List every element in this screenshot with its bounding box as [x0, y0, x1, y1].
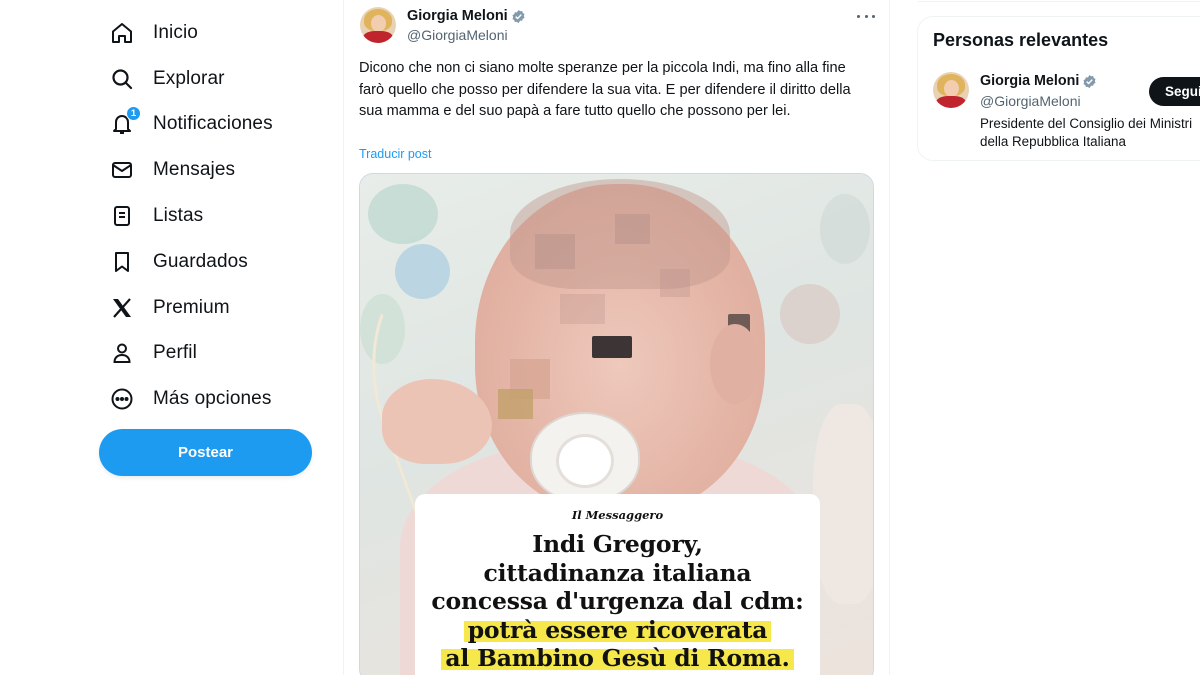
x-logo-icon: [109, 295, 135, 321]
divider: [918, 0, 1200, 2]
headline-line-highlighted: potrà essere ricoverata: [463, 615, 772, 644]
sidebar-item-label: Más opciones: [153, 388, 272, 410]
sidebar-item-label: Inicio: [153, 21, 198, 43]
sidebar-item-label: Mensajes: [153, 159, 236, 181]
sidebar-item-label: Guardados: [153, 250, 248, 272]
follow-button[interactable]: Seguir: [1149, 77, 1200, 106]
headline-line-highlighted: al Bambino Gesù di Roma.: [441, 644, 794, 672]
more-options-icon[interactable]: [857, 12, 875, 20]
avatar[interactable]: [933, 72, 969, 108]
tweet-image[interactable]: Il Messaggero Indi Gregory, cittadinanza…: [359, 173, 874, 675]
headline-line: concessa d'urgenza dal cdm:: [431, 587, 804, 615]
author-name-row[interactable]: Giorgia Meloni: [407, 8, 526, 24]
translate-link[interactable]: Traducir post: [359, 147, 431, 161]
sidebar-item-label: Listas: [153, 205, 204, 227]
bell-icon: 1: [109, 106, 141, 137]
sidebar-item-label: Explorar: [153, 67, 225, 89]
panel-title: Personas relevantes: [933, 30, 1109, 50]
relevant-people-panel: Personas relevantes Giorgia Meloni @Gior…: [917, 16, 1200, 161]
person-name-row[interactable]: Giorgia Meloni: [980, 73, 1097, 89]
person-bio: Presidente del Consiglio dei Ministri de…: [980, 116, 1193, 149]
sidebar-item-listas[interactable]: Listas: [99, 193, 339, 239]
person-icon: [109, 340, 135, 366]
list-icon: [109, 203, 135, 229]
author-name[interactable]: Giorgia Meloni: [407, 8, 508, 24]
post-button[interactable]: Postear: [99, 429, 312, 476]
sidebar-item-notificaciones[interactable]: 1 Notificaciones: [99, 102, 339, 148]
sidebar-item-premium[interactable]: Premium: [99, 285, 339, 331]
sidebar-item-label: Premium: [153, 296, 230, 318]
sidebar-item-label: Perfil: [153, 342, 197, 364]
sidebar-item-label: Notificaciones: [153, 113, 273, 135]
verified-badge-icon: [512, 9, 525, 23]
tweet-text: Dicono che non ci siano molte speranze p…: [359, 60, 851, 119]
bookmark-icon: [109, 249, 135, 275]
sidebar-item-guardados[interactable]: Guardados: [99, 239, 339, 285]
verified-badge-icon: [1083, 74, 1096, 88]
newspaper-masthead: Il Messaggero: [571, 508, 664, 522]
sidebar-item-perfil[interactable]: Perfil: [99, 331, 339, 377]
headline-line: Indi Gregory,: [532, 530, 703, 558]
right-sidebar: Personas relevantes Giorgia Meloni @Gior…: [890, 0, 1200, 675]
mail-icon: [109, 157, 135, 183]
newspaper-headline-card: Il Messaggero Indi Gregory, cittadinanza…: [415, 494, 820, 675]
search-icon: [109, 66, 135, 92]
sidebar-item-inicio[interactable]: Inicio: [99, 10, 339, 56]
nav-menu: Inicio Explorar 1 Notificaciones Mensaje…: [99, 10, 339, 422]
more-circle-icon: [109, 386, 135, 412]
plush-toy: [813, 404, 873, 604]
headline-line: cittadinanza italiana: [483, 558, 752, 587]
author-handle[interactable]: @GiorgiaMeloni: [407, 27, 508, 43]
avatar[interactable]: [360, 7, 396, 43]
baby-ear: [710, 324, 760, 404]
tweet: Giorgia Meloni @GiorgiaMeloni Dicono che…: [343, 0, 890, 675]
person-handle[interactable]: @GiorgiaMeloni: [980, 93, 1081, 109]
sidebar-item-mas-opciones[interactable]: Más opciones: [99, 376, 339, 422]
person-name[interactable]: Giorgia Meloni: [980, 73, 1079, 89]
home-icon: [109, 20, 135, 46]
sidebar-item-mensajes[interactable]: Mensajes: [99, 147, 339, 193]
sidebar: Inicio Explorar 1 Notificaciones Mensaje…: [0, 0, 343, 675]
notification-badge: 1: [126, 106, 141, 122]
sidebar-item-explorar[interactable]: Explorar: [99, 56, 339, 102]
